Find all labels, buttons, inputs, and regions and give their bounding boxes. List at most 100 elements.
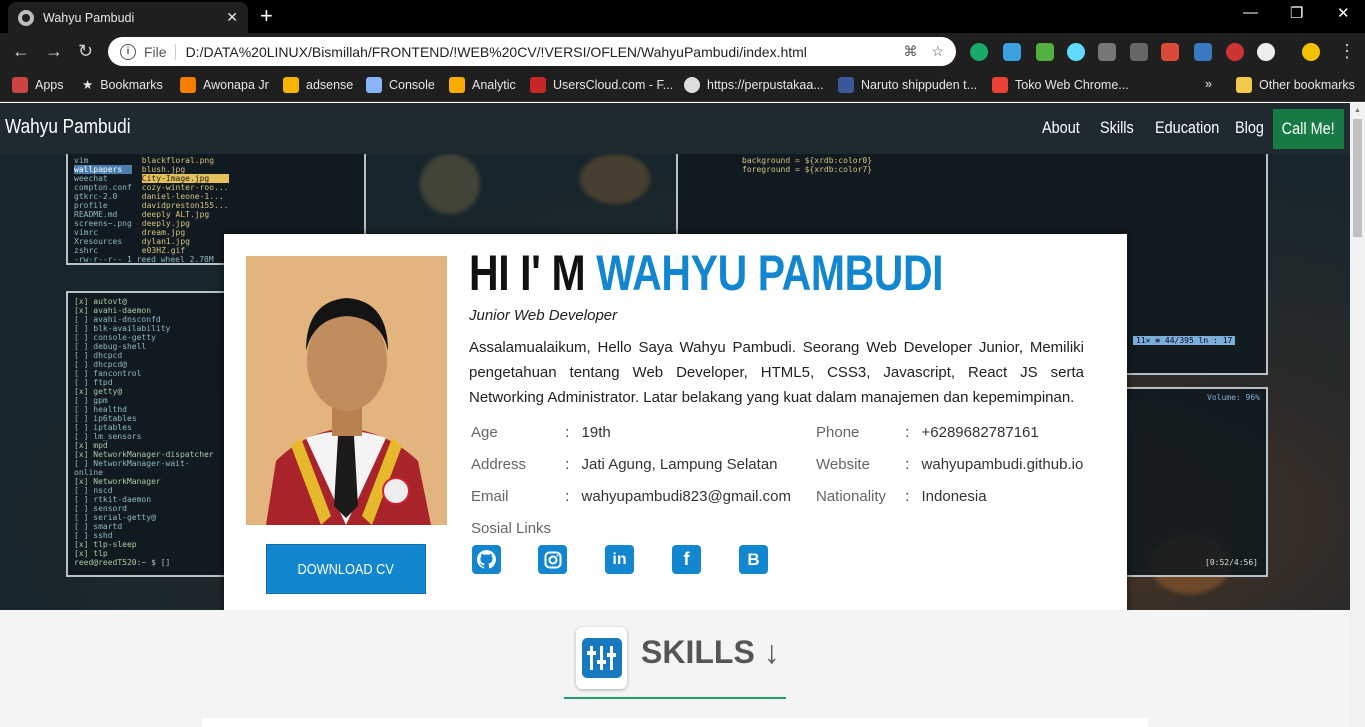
bookmark-label: Analytic — [472, 78, 516, 92]
apps-grid-icon — [12, 77, 28, 93]
hero-background: vim wallpapers weechat compton.conf gtkrc-2.… — [0, 154, 1350, 610]
profile-card: DOWNLOAD CV HI I' M WAHYU PAMBUDI Junior… — [224, 234, 1127, 610]
bookmark-perpustakaan[interactable]: https://perpustakaa... — [684, 77, 824, 93]
detail-email: Email : wahyupambudi823@gmail.com — [471, 488, 791, 505]
scrollbar-thumb[interactable] — [1353, 119, 1362, 237]
grammarly-icon[interactable] — [970, 43, 988, 61]
terminal-time: [0:52/4:56] — [1205, 558, 1258, 567]
skills-section: SKILLS ↓ — [0, 610, 1350, 727]
browser-tab[interactable]: Wahyu Pambudi ✕ — [8, 2, 248, 33]
bookmark-label: Toko Web Chrome... — [1015, 78, 1129, 92]
translate-icon[interactable]: ⌘ — [903, 43, 917, 60]
skills-panel — [202, 718, 1148, 727]
star-icon[interactable]: ☆ — [931, 43, 944, 60]
close-window-icon[interactable]: ✕ — [1337, 4, 1350, 22]
detail-nationality: Nationality : Indonesia — [816, 488, 987, 505]
profile-role: Junior Web Developer — [469, 307, 618, 324]
call-me-button[interactable]: Call Me! — [1273, 109, 1344, 149]
globe-icon — [18, 9, 34, 26]
detail-address: Address : Jati Agung, Lampung Selatan — [471, 456, 778, 473]
block-extension-icon[interactable] — [1226, 43, 1244, 61]
detail-separator: : — [905, 488, 910, 505]
website-link[interactable]: wahyupambudi.github.io — [922, 456, 1084, 473]
bookmark-bookmarks[interactable]: ★ Bookmarks — [82, 77, 163, 93]
detail-value: 19th — [581, 424, 611, 441]
more-bookmarks[interactable]: » — [1205, 77, 1212, 91]
layers-icon[interactable] — [1130, 43, 1148, 61]
minimize-icon[interactable]: — — [1243, 4, 1258, 21]
bookmark-analytic[interactable]: Analytic — [449, 77, 516, 93]
star-icon: ★ — [82, 78, 94, 92]
nav-skills[interactable]: Skills — [1100, 118, 1134, 138]
nav-about[interactable]: About — [1042, 118, 1080, 138]
bookmark-webstore[interactable]: Toko Web Chrome... — [992, 77, 1129, 93]
react-devtools-icon[interactable] — [1067, 43, 1085, 61]
terminal-status: 11× ≡ 44/395 ln : 17 — [1133, 336, 1236, 345]
bookmark-label: Naruto shippuden t... — [861, 78, 978, 92]
bookmark-naruto[interactable]: Naruto shippuden t... — [838, 77, 977, 93]
nav-education[interactable]: Education — [1155, 118, 1219, 138]
bookmark-label: adsense — [306, 78, 354, 92]
analytics-icon — [449, 77, 465, 93]
bookmark-awonapa[interactable]: Awonapa Jr — [180, 77, 269, 93]
detail-label: Address — [471, 456, 527, 473]
profile-photo — [246, 256, 447, 525]
detail-separator: : — [905, 424, 910, 441]
github-icon[interactable] — [472, 545, 501, 574]
bookmark-userscloud[interactable]: UsersCloud.com - F... — [530, 77, 673, 93]
upload-extension-icon[interactable] — [1194, 43, 1212, 61]
detail-label: Website — [816, 456, 870, 473]
other-bookmarks[interactable]: Other bookmarks — [1236, 77, 1355, 93]
bookmark-console[interactable]: Console — [366, 77, 435, 93]
site-brand[interactable]: Wahyu Pambudi — [5, 116, 131, 139]
new-tab-icon[interactable]: + — [260, 5, 273, 27]
scroll-up-icon[interactable]: ▲ — [1354, 107, 1361, 114]
nav-blog[interactable]: Blog — [1235, 118, 1264, 138]
page-scrollbar[interactable]: ▲ — [1350, 103, 1365, 727]
facebook-icon[interactable]: f — [672, 545, 701, 574]
detail-website: Website : wahyupambudi.github.io — [816, 456, 1083, 473]
bookmark-label: Awonapa Jr — [203, 78, 269, 92]
site-navbar: Wahyu Pambudi About Skills Education Blo… — [0, 103, 1350, 154]
browser-tabbar: Wahyu Pambudi ✕ + — ❐ ✕ — [0, 0, 1365, 33]
download-extension-icon[interactable] — [1036, 43, 1054, 61]
url-text[interactable]: D:/DATA%20LINUX/Bismillah/FRONTEND/!WEB%… — [186, 44, 890, 60]
linkedin-icon[interactable]: in — [605, 545, 634, 574]
fire-extension-icon[interactable] — [1161, 43, 1179, 61]
bookmark-label: Other bookmarks — [1259, 78, 1355, 92]
profile-avatar[interactable] — [1302, 43, 1320, 61]
instagram-icon[interactable] — [538, 545, 567, 574]
globe-icon — [684, 77, 700, 93]
userscloud-icon — [530, 77, 546, 93]
reload-icon[interactable]: ↻ — [78, 41, 93, 61]
bookmark-apps[interactable]: Apps — [12, 77, 64, 93]
menu-icon[interactable]: ⋮ — [1338, 41, 1356, 61]
bookmark-label: Bookmarks — [100, 77, 163, 92]
detail-label: Email — [471, 488, 509, 505]
blogger-icon[interactable]: B — [739, 545, 768, 574]
tab-title: Wahyu Pambudi — [43, 10, 135, 25]
gear-extension-icon[interactable] — [1003, 43, 1021, 61]
info-icon[interactable]: i — [120, 43, 136, 60]
close-tab-icon[interactable]: ✕ — [226, 9, 238, 26]
shield-icon[interactable] — [1098, 43, 1116, 61]
bookmark-adsense[interactable]: adsense — [283, 77, 353, 93]
email-link[interactable]: wahyupambudi823@gmail.com — [582, 488, 792, 505]
bookmark-label: Console — [389, 78, 435, 92]
address-bar[interactable]: i File D:/DATA%20LINUX/Bismillah/FRONTEN… — [108, 37, 956, 66]
terminal-window: [x] autovt@ [x] avahi-daemon[ ] avahi-dns… — [66, 291, 226, 577]
download-cv-button[interactable]: DOWNLOAD CV — [266, 544, 426, 594]
detail-value: +6289682787161 — [921, 424, 1039, 441]
url-scheme: File — [144, 43, 167, 60]
headline: HI I' M WAHYU PAMBUDI — [469, 244, 944, 302]
facebook-icon — [838, 77, 854, 93]
forward-icon[interactable]: → — [45, 41, 63, 61]
detail-label: Phone — [816, 424, 860, 441]
terminal-dir-list: vim wallpapers weechat compton.conf gtkrc-2.… — [74, 156, 132, 255]
bokeh-light — [420, 154, 480, 214]
detail-separator: : — [565, 456, 570, 473]
no-entry-icon[interactable] — [1257, 43, 1275, 61]
profile-description: Assalamualaikum, Hello Saya Wahyu Pambud… — [469, 339, 1084, 406]
restore-icon[interactable]: ❐ — [1290, 4, 1303, 22]
back-icon[interactable]: ← — [12, 41, 30, 61]
